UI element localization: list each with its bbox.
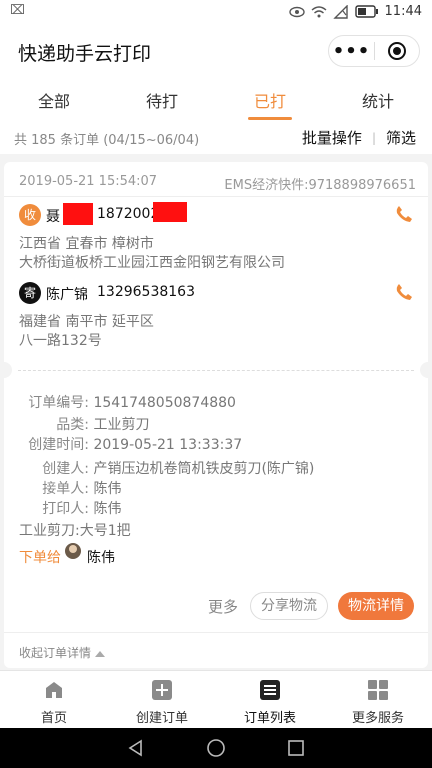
app-title: 快递助手云打印 <box>18 43 152 65</box>
battery-icon <box>354 5 378 18</box>
nav-order-list-label: 订单列表 <box>243 711 296 726</box>
creator-value: 产销压边机卷筒机铁皮剪刀(陈广锦) <box>93 461 315 477</box>
goods-row: 工业剪刀:大号1把 <box>19 520 131 540</box>
nav-more-services[interactable]: 更多服务 <box>324 671 432 728</box>
order-tabs: 全部 待打 已打 统计 <box>0 76 432 122</box>
summary-actions: 批量操作 | 筛选 <box>302 127 416 148</box>
header-divider <box>4 196 428 197</box>
nav-create-order-label: 创建订单 <box>135 711 188 726</box>
caret-up-icon <box>95 650 106 657</box>
more-button[interactable]: 更多 <box>208 596 238 617</box>
order-number-label: 订单编号: <box>28 395 89 411</box>
tab-pending[interactable]: 待打 <box>108 76 216 122</box>
avatar <box>65 543 81 559</box>
taker-row: 接单人: 陈伟 <box>19 478 121 498</box>
system-nav-bar <box>0 728 432 768</box>
category-value: 工业剪刀 <box>93 417 150 433</box>
close-mini-program-button[interactable] <box>375 42 419 60</box>
ticket-notch-left <box>0 362 12 378</box>
assign-row: 下单给 陈伟 <box>19 543 115 567</box>
sender-badge: 收 <box>19 204 41 226</box>
printer-value: 陈伟 <box>93 501 122 517</box>
assignee-name: 陈伟 <box>87 550 115 566</box>
target-icon <box>387 42 406 60</box>
redaction-block <box>63 203 93 225</box>
phone-icon[interactable] <box>394 282 414 302</box>
ticket-notch-right <box>420 362 432 378</box>
collapse-label: 收起订单详情 <box>19 646 92 660</box>
taker-label: 接单人: <box>42 481 89 497</box>
batch-operation-button[interactable]: 批量操作 <box>302 127 362 148</box>
back-icon[interactable] <box>126 738 146 758</box>
bottom-nav: 首页 创建订单 订单列表 更多服务 <box>0 670 432 728</box>
recents-icon[interactable] <box>286 738 306 758</box>
nav-home[interactable]: 首页 <box>0 671 108 728</box>
action-divider: | <box>371 130 376 145</box>
nav-create-order[interactable]: 创建订单 <box>108 671 216 728</box>
nav-order-list[interactable]: 订单列表 <box>216 671 324 728</box>
printer-row: 打印人: 陈伟 <box>19 498 121 518</box>
summary-bar: 共 185 条订单 (04/15~06/04) 批量操作 | 筛选 <box>0 122 432 154</box>
redaction-block <box>153 202 187 222</box>
list-icon <box>260 680 280 700</box>
receiver-name: 陈广锦 <box>46 287 88 303</box>
tab-all[interactable]: 全部 <box>0 76 108 122</box>
mini-program-capsule: ••• <box>328 35 420 67</box>
tab-printed[interactable]: 已打 <box>216 76 324 122</box>
more-menu-button[interactable]: ••• <box>329 41 374 62</box>
sender-address-region: 江西省 宜春市 樟树市 <box>19 236 154 252</box>
category-label: 品类: <box>56 417 89 433</box>
category-row: 品类: 工业剪刀 <box>19 414 149 434</box>
ticket-divider <box>18 370 414 371</box>
title-bar: 快递助手云打印 ••• <box>0 26 432 76</box>
phone-icon[interactable] <box>394 204 414 224</box>
receiver-badge: 寄 <box>19 282 41 304</box>
assign-label: 下单给 <box>19 550 61 566</box>
sender-name: 聂 <box>46 209 60 225</box>
printer-label: 打印人: <box>42 501 89 517</box>
status-bar: ⌧ 11:44 <box>0 0 432 26</box>
taker-value: 陈伟 <box>93 481 122 497</box>
clock: 11:44 <box>384 4 422 19</box>
filter-button[interactable]: 筛选 <box>386 127 416 148</box>
logistics-detail-button[interactable]: 物流详情 <box>338 592 414 620</box>
created-time-label: 创建时间: <box>28 437 89 453</box>
home-icon <box>46 682 62 698</box>
sender-address-street: 大桥街道板桥工业园江西金阳钢艺有限公司 <box>19 255 285 271</box>
order-number-row: 订单编号: 1541748050874880 <box>19 392 236 412</box>
created-time-value: 2019-05-21 13:33:37 <box>93 437 243 453</box>
share-logistics-button[interactable]: 分享物流 <box>250 592 328 620</box>
footer-divider <box>4 632 428 633</box>
order-count: 共 185 条订单 (04/15~06/04) <box>14 133 200 148</box>
order-number-value: 1541748050874880 <box>93 395 236 411</box>
order-card: 2019-05-21 15:54:07 EMS经济快件:971889897665… <box>0 162 432 668</box>
created-time-row: 创建时间: 2019-05-21 13:33:37 <box>19 434 242 454</box>
notification-icon: ⌧ <box>10 3 25 18</box>
collapse-details-button[interactable]: 收起订单详情 <box>19 644 106 661</box>
receiver-phone: 13296538163 <box>97 284 195 300</box>
home-circle-icon[interactable] <box>206 738 226 758</box>
wifi-icon <box>311 5 326 17</box>
creator-row: 创建人: 产销压边机卷筒机铁皮剪刀(陈广锦) <box>19 458 314 478</box>
eye-icon <box>288 6 305 17</box>
receiver-address-street: 八一路132号 <box>19 333 102 349</box>
no-sim-icon <box>332 4 348 19</box>
receiver-address-region: 福建省 南平市 延平区 <box>19 314 154 330</box>
plus-icon <box>152 680 172 700</box>
order-actions: 更多 分享物流 物流详情 <box>208 592 414 620</box>
status-icons: 11:44 <box>288 4 422 19</box>
goods-value: 工业剪刀:大号1把 <box>19 523 131 539</box>
nav-home-label: 首页 <box>40 711 67 726</box>
order-date: 2019-05-21 15:54:07 <box>19 174 158 189</box>
tracking-number: EMS经济快件:9718898976651 <box>224 178 416 193</box>
grid-icon <box>368 680 388 700</box>
creator-label: 创建人: <box>42 461 89 477</box>
tab-statistics[interactable]: 统计 <box>324 76 432 122</box>
nav-more-services-label: 更多服务 <box>351 711 404 726</box>
